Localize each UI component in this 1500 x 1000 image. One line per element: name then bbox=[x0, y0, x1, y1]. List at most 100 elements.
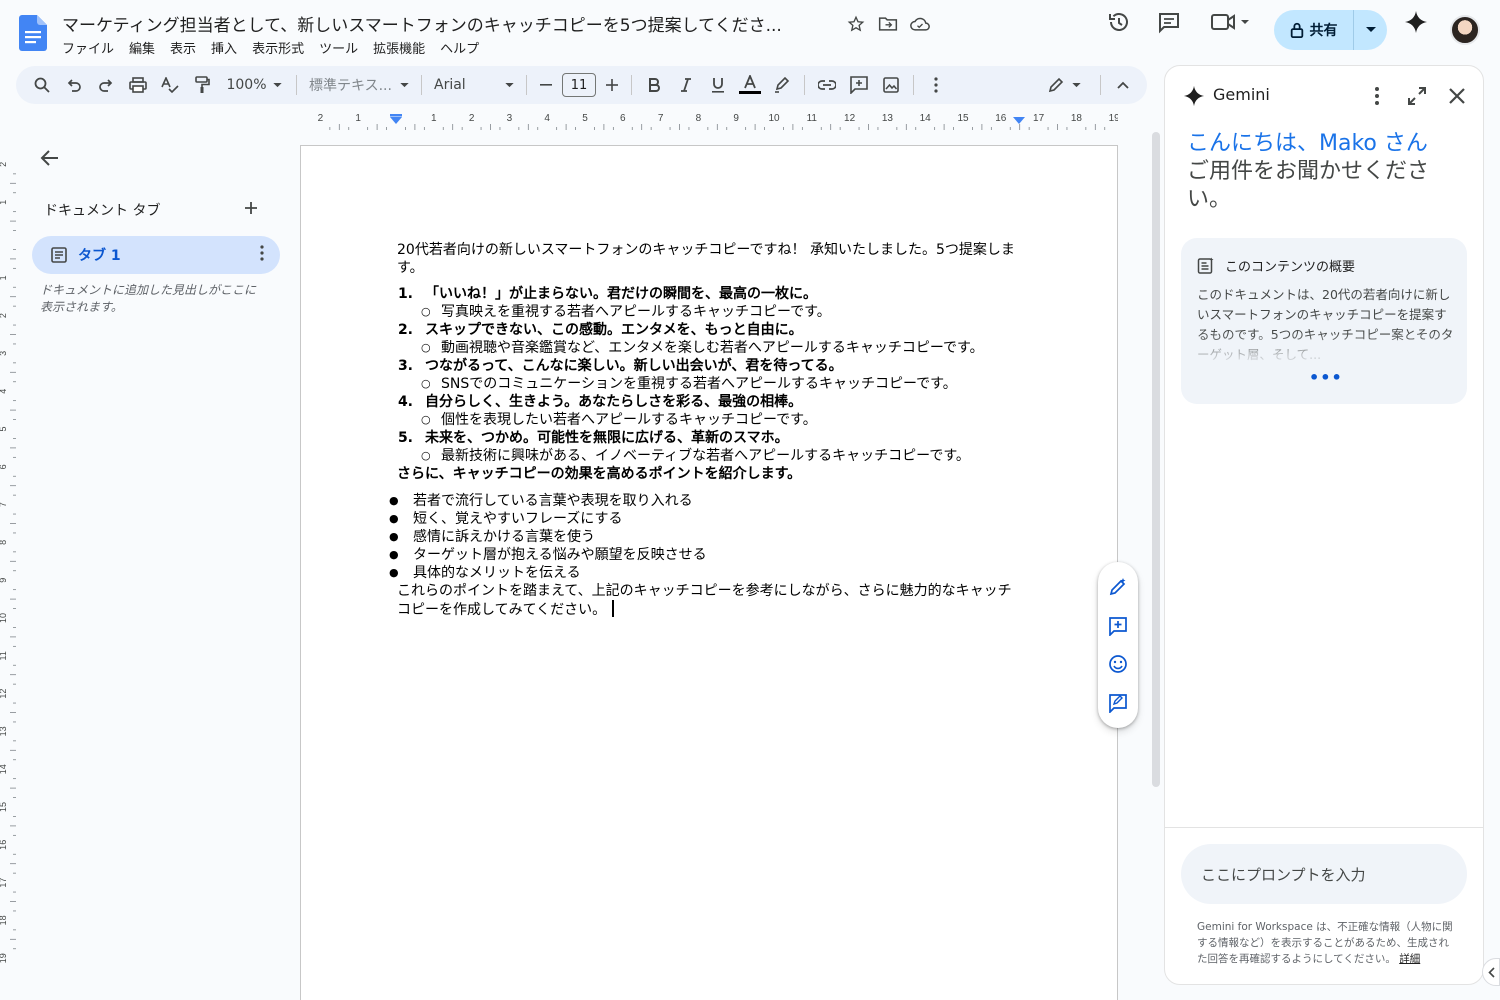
catchcopy-list: 1. 「いいね！」が止まらない。君だけの瞬間を、最高の一枚に。 ○ 写真映えを重視す… bbox=[397, 285, 1017, 465]
gemini-spark-icon bbox=[1183, 85, 1205, 107]
text-color-icon[interactable] bbox=[734, 71, 766, 99]
meet-video-icon[interactable] bbox=[1204, 0, 1256, 44]
redo-icon[interactable] bbox=[90, 71, 122, 99]
catchcopy-title: 「いいね！」が止まらない。君だけの瞬間を、最高の一枚に。 bbox=[425, 286, 817, 302]
insert-link-icon[interactable] bbox=[811, 71, 843, 99]
insert-image-icon[interactable] bbox=[875, 71, 907, 99]
right-indent-marker[interactable] bbox=[1013, 117, 1025, 124]
hollow-bullet-icon: ○ bbox=[421, 377, 431, 390]
search-menus-icon[interactable] bbox=[26, 71, 58, 99]
close-icon[interactable] bbox=[1445, 84, 1469, 108]
user-avatar[interactable] bbox=[1450, 15, 1480, 45]
ruler-label: 17 bbox=[1033, 113, 1045, 124]
menu-tools[interactable]: ツール bbox=[319, 38, 358, 57]
more-options-icon[interactable] bbox=[920, 71, 952, 99]
print-icon[interactable] bbox=[122, 71, 154, 99]
add-comment-icon[interactable] bbox=[1106, 614, 1130, 638]
list-item: 2. スキップできない、この感動。エンタメを、もっと自由に。 ○ 動画視聴や音楽鑑賞… bbox=[397, 321, 1017, 357]
menu-edit[interactable]: 編集 bbox=[129, 38, 155, 57]
tips-list: ● 若者で流行している言葉や表現を取り入れる ● 短く、覚えやすいフレーズにする ●… bbox=[389, 492, 1017, 582]
menu-format[interactable]: 表示形式 bbox=[252, 38, 304, 57]
menu-insert[interactable]: 挿入 bbox=[211, 38, 237, 57]
menu-extensions[interactable]: 拡張機能 bbox=[373, 38, 425, 57]
document-title[interactable]: マーケティング担当者として、新しいスマートフォンのキャッチコピーを5つ提案してく… bbox=[62, 11, 782, 36]
add-tab-icon[interactable] bbox=[244, 196, 258, 220]
version-history-icon[interactable] bbox=[1099, 0, 1139, 44]
undo-icon[interactable] bbox=[58, 71, 90, 99]
points-heading: さらに、キャッチコピーの効果を高めるポイントを紹介します。 bbox=[397, 466, 802, 482]
menu-view[interactable]: 表示 bbox=[170, 38, 196, 57]
font-size-input[interactable]: 11 bbox=[562, 73, 596, 97]
gemini-spark-icon[interactable] bbox=[1396, 0, 1436, 44]
menu-help[interactable]: ヘルプ bbox=[440, 38, 479, 57]
tab-1[interactable]: タブ 1 bbox=[32, 236, 280, 274]
ruler-label: 17 bbox=[0, 878, 8, 888]
list-item: ● 短く、覚えやすいフレーズにする bbox=[389, 510, 1017, 528]
horizontal-ruler[interactable]: 2 1 1 2 3 4 5 6 7 8 9 10 11 12 13 14 15 16 17 18 19 bbox=[300, 108, 1118, 130]
expand-icon[interactable] bbox=[1405, 84, 1429, 108]
suggest-edits-icon[interactable] bbox=[1106, 691, 1130, 715]
cloud-saved-icon[interactable] bbox=[909, 13, 931, 35]
gemini-prompt-input[interactable]: ここにプロンプトを入力 bbox=[1181, 844, 1467, 904]
expand-summary-ellipsis-icon[interactable]: ••• bbox=[1309, 368, 1343, 387]
font-family-value: Arial bbox=[434, 77, 466, 93]
increase-font-size-icon[interactable] bbox=[599, 71, 625, 99]
first-line-indent-marker[interactable] bbox=[390, 114, 402, 117]
paragraph-style-value: 標準テキス... bbox=[309, 78, 392, 94]
left-indent-marker[interactable] bbox=[390, 117, 402, 124]
lock-icon bbox=[1290, 22, 1303, 38]
highlight-color-icon[interactable] bbox=[766, 71, 798, 99]
font-family-select[interactable]: Arial bbox=[428, 71, 520, 99]
summary-icon bbox=[1197, 257, 1214, 274]
ruler-label: 5 bbox=[582, 113, 588, 124]
ruler-label: 8 bbox=[0, 540, 8, 545]
chevron-down-icon bbox=[400, 82, 409, 87]
bullet-icon: ● bbox=[389, 530, 399, 543]
paint-format-icon[interactable] bbox=[186, 71, 218, 99]
vertical-ruler[interactable]: 2112345678910111213141516171819 bbox=[0, 130, 16, 1000]
gemini-side-panel: Gemini こんにちは、Mako さん ご用件をお聞かせください。 このコンテ… bbox=[1164, 65, 1484, 985]
chevron-down-icon bbox=[272, 82, 282, 87]
more-options-icon[interactable] bbox=[1365, 84, 1389, 108]
editing-mode-select[interactable] bbox=[1034, 71, 1094, 99]
paragraph-style-select[interactable]: 標準テキス... bbox=[303, 71, 415, 99]
add-comment-icon[interactable] bbox=[843, 71, 875, 99]
zoom-select[interactable]: 100% bbox=[218, 71, 290, 99]
catchcopy-description: 最新技術に興味がある、イノベーティブな若者へアピールするキャッチコピーです。 bbox=[441, 448, 970, 464]
comments-icon[interactable] bbox=[1149, 0, 1189, 44]
decrease-font-size-icon[interactable] bbox=[533, 71, 559, 99]
toolbar-divider bbox=[631, 75, 632, 95]
bullet-icon: ● bbox=[389, 548, 399, 561]
share-dropdown-button[interactable] bbox=[1354, 10, 1387, 50]
ruler-label: 15 bbox=[0, 802, 8, 812]
collapse-panel-chevron-icon[interactable] bbox=[1482, 958, 1500, 986]
document-scrollbar[interactable] bbox=[1152, 132, 1160, 787]
bold-icon[interactable] bbox=[638, 71, 670, 99]
help-me-write-icon[interactable] bbox=[1106, 575, 1130, 599]
document-page[interactable]: 20代若者向けの新しいスマートフォンのキャッチコピーですね！ 承知いたしました。… bbox=[300, 145, 1118, 1000]
hide-menus-chevron-up-icon[interactable] bbox=[1107, 71, 1139, 99]
docs-logo-icon[interactable] bbox=[19, 15, 47, 51]
ruler-label: 13 bbox=[0, 726, 8, 736]
menu-bar: ファイル 編集 表示 挿入 表示形式 ツール 拡張機能 ヘルプ bbox=[62, 38, 479, 57]
spellcheck-icon[interactable] bbox=[154, 71, 186, 99]
star-icon[interactable] bbox=[845, 13, 867, 35]
tab-more-options-icon[interactable] bbox=[260, 245, 264, 265]
list-item: 5. 未来を、つかめ。可能性を無限に広げる、革新のスマホ。 ○ 最新技術に興味がある… bbox=[397, 429, 1017, 465]
document-tab-icon bbox=[51, 247, 67, 263]
disclaimer-details-link[interactable]: 詳細 bbox=[1399, 953, 1420, 965]
italic-icon[interactable] bbox=[670, 71, 702, 99]
underline-icon[interactable] bbox=[702, 71, 734, 99]
content-summary-card[interactable]: このコンテンツの概要 このドキュメントは、20代の若者向けに新しいスマートフォン… bbox=[1181, 238, 1467, 404]
menu-file[interactable]: ファイル bbox=[62, 38, 114, 57]
ruler-label: 4 bbox=[0, 389, 8, 394]
move-folder-icon[interactable] bbox=[877, 13, 899, 35]
share-button[interactable]: 共有 bbox=[1274, 10, 1354, 50]
back-arrow-icon[interactable] bbox=[38, 146, 62, 170]
ruler-label: 2 bbox=[469, 113, 475, 124]
add-emoji-reaction-icon[interactable] bbox=[1106, 652, 1130, 676]
chevron-down-icon bbox=[505, 82, 514, 87]
toolbar-divider bbox=[804, 75, 805, 95]
document-body[interactable]: 20代若者向けの新しいスマートフォンのキャッチコピーですね！ 承知いたしました。… bbox=[389, 241, 1017, 619]
gemini-disclaimer: Gemini for Workspace は、不正確な情報（人物に関する情報など… bbox=[1197, 919, 1457, 967]
